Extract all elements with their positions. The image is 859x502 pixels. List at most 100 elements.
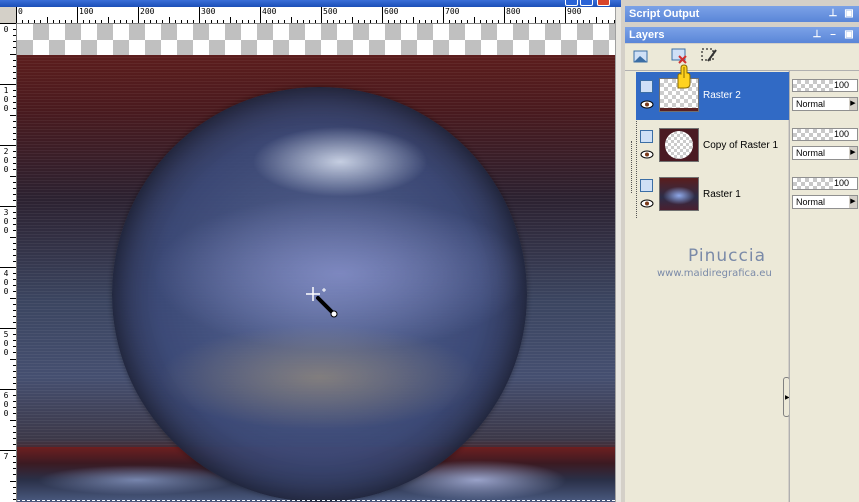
blend-mode-select[interactable]: Normal ▶ xyxy=(792,146,858,160)
blend-mode-select[interactable]: Normal ▶ xyxy=(792,195,858,209)
layer-name: Copy of Raster 1 xyxy=(703,140,779,151)
ruler-label: 0 xyxy=(3,226,9,235)
restore-icon[interactable]: ▣ xyxy=(843,7,855,20)
ruler-tick xyxy=(455,20,457,23)
image-canvas[interactable] xyxy=(17,24,615,502)
ruler-tick xyxy=(461,20,463,23)
pin-icon[interactable]: ⊥ xyxy=(811,28,823,41)
ruler-tick xyxy=(10,480,16,482)
ruler-tick xyxy=(13,212,16,214)
layer-row-copy-of-raster-1[interactable]: Copy of Raster 1 xyxy=(636,122,789,170)
ruler-tick xyxy=(589,20,591,23)
ruler-label: 0 xyxy=(3,400,9,409)
selection-marquee xyxy=(17,55,615,501)
ruler-tick xyxy=(565,7,566,23)
ruler-label: 0 xyxy=(18,7,23,16)
ruler-tick xyxy=(13,248,16,250)
layer-properties-column: 100 Normal ▶ 100 Normal ▶ 100 Normal ▶ xyxy=(789,71,859,502)
ruler-tick xyxy=(13,315,16,317)
minimize-icon[interactable]: – xyxy=(827,28,839,41)
ruler-tick xyxy=(327,20,329,23)
layer-visibility-toggle[interactable] xyxy=(640,80,653,93)
layer-row-raster-1[interactable]: Raster 1 xyxy=(636,171,789,219)
ruler-tick xyxy=(64,20,66,23)
image-window-titlebar[interactable] xyxy=(0,0,621,7)
ruler-label: 6 xyxy=(3,391,9,400)
ruler-tick xyxy=(13,401,16,403)
ruler-tick xyxy=(296,20,298,23)
ruler-tick xyxy=(192,20,194,23)
ruler-tick xyxy=(89,20,91,23)
layer-row-raster-2[interactable]: Raster 2 xyxy=(636,64,789,120)
ruler-label: 0 xyxy=(3,25,9,34)
ruler-tick xyxy=(467,20,469,23)
ruler-tick xyxy=(0,450,16,451)
ruler-tick xyxy=(552,20,554,23)
ruler-tick xyxy=(13,138,16,140)
ruler-tick xyxy=(13,346,16,348)
ruler-tick xyxy=(34,20,36,23)
script-output-titlebar[interactable]: Script Output ⊥ ▣ xyxy=(625,6,859,22)
ruler-tick xyxy=(174,20,176,23)
ruler-tick xyxy=(0,145,16,146)
ruler-tick xyxy=(13,285,16,287)
ruler-tick xyxy=(13,413,16,415)
ruler-label: 300 xyxy=(201,7,216,16)
thumbnail-strip xyxy=(660,108,698,111)
ruler-tick xyxy=(406,20,408,23)
delete-layer-icon[interactable] xyxy=(670,47,688,65)
ruler-tick xyxy=(131,20,133,23)
layer-visibility-toggle[interactable] xyxy=(640,130,653,143)
layers-titlebar[interactable]: Layers ⊥ – ▣ xyxy=(625,27,859,43)
eye-icon[interactable] xyxy=(640,150,654,159)
minimize-window-button[interactable] xyxy=(565,0,578,6)
opacity-slider[interactable]: 100 xyxy=(792,79,858,92)
ruler-tick xyxy=(144,20,146,23)
close-window-button[interactable] xyxy=(597,0,610,6)
layers-toolbar xyxy=(625,44,859,71)
layer-visibility-toggle[interactable] xyxy=(640,179,653,192)
ruler-tick xyxy=(113,20,115,23)
ruler-tick xyxy=(443,7,444,23)
ruler-label: 0 xyxy=(3,104,9,113)
ruler-tick xyxy=(278,20,280,23)
layer-properties-icon[interactable] xyxy=(700,47,718,65)
ruler-tick xyxy=(13,425,16,427)
pin-icon[interactable]: ⊥ xyxy=(827,7,839,20)
maximize-window-button[interactable] xyxy=(580,0,593,6)
eye-icon[interactable] xyxy=(640,100,654,109)
ruler-label: 2 xyxy=(3,147,9,156)
eye-icon[interactable] xyxy=(640,199,654,208)
ruler-tick xyxy=(101,20,103,23)
ruler-tick xyxy=(13,395,16,397)
ruler-tick xyxy=(13,364,16,366)
ruler-tick xyxy=(13,462,16,464)
ruler-tick xyxy=(13,77,16,79)
opacity-slider[interactable]: 100 xyxy=(792,177,858,190)
ruler-tick xyxy=(13,376,16,378)
ruler-tick xyxy=(13,492,16,494)
artwork xyxy=(17,55,615,502)
ruler-tick xyxy=(491,20,493,23)
ruler-tick xyxy=(314,20,316,23)
ruler-label: 200 xyxy=(140,7,155,16)
new-layer-icon[interactable] xyxy=(632,47,650,65)
ruler-tick xyxy=(13,29,16,31)
ruler-tick xyxy=(13,59,16,61)
opacity-value: 100 xyxy=(833,80,849,90)
blend-mode-select[interactable]: Normal ▶ xyxy=(792,97,858,111)
ruler-tick xyxy=(424,20,426,23)
layer-thumbnail xyxy=(659,177,699,211)
ruler-tick xyxy=(10,114,16,116)
ruler-tick xyxy=(235,20,237,23)
ruler-tick xyxy=(13,382,16,384)
ruler-tick xyxy=(284,20,286,23)
ruler-tick xyxy=(199,7,200,23)
restore-icon[interactable]: ▣ xyxy=(843,28,855,41)
ruler-tick xyxy=(211,20,213,23)
opacity-slider[interactable]: 100 xyxy=(792,128,858,141)
ruler-tick xyxy=(339,20,341,23)
ruler-label: 800 xyxy=(506,7,521,16)
opacity-value: 100 xyxy=(833,178,849,188)
horizontal-ruler: 0 100 200 300 400 500 600 700 800 900 xyxy=(16,7,615,24)
